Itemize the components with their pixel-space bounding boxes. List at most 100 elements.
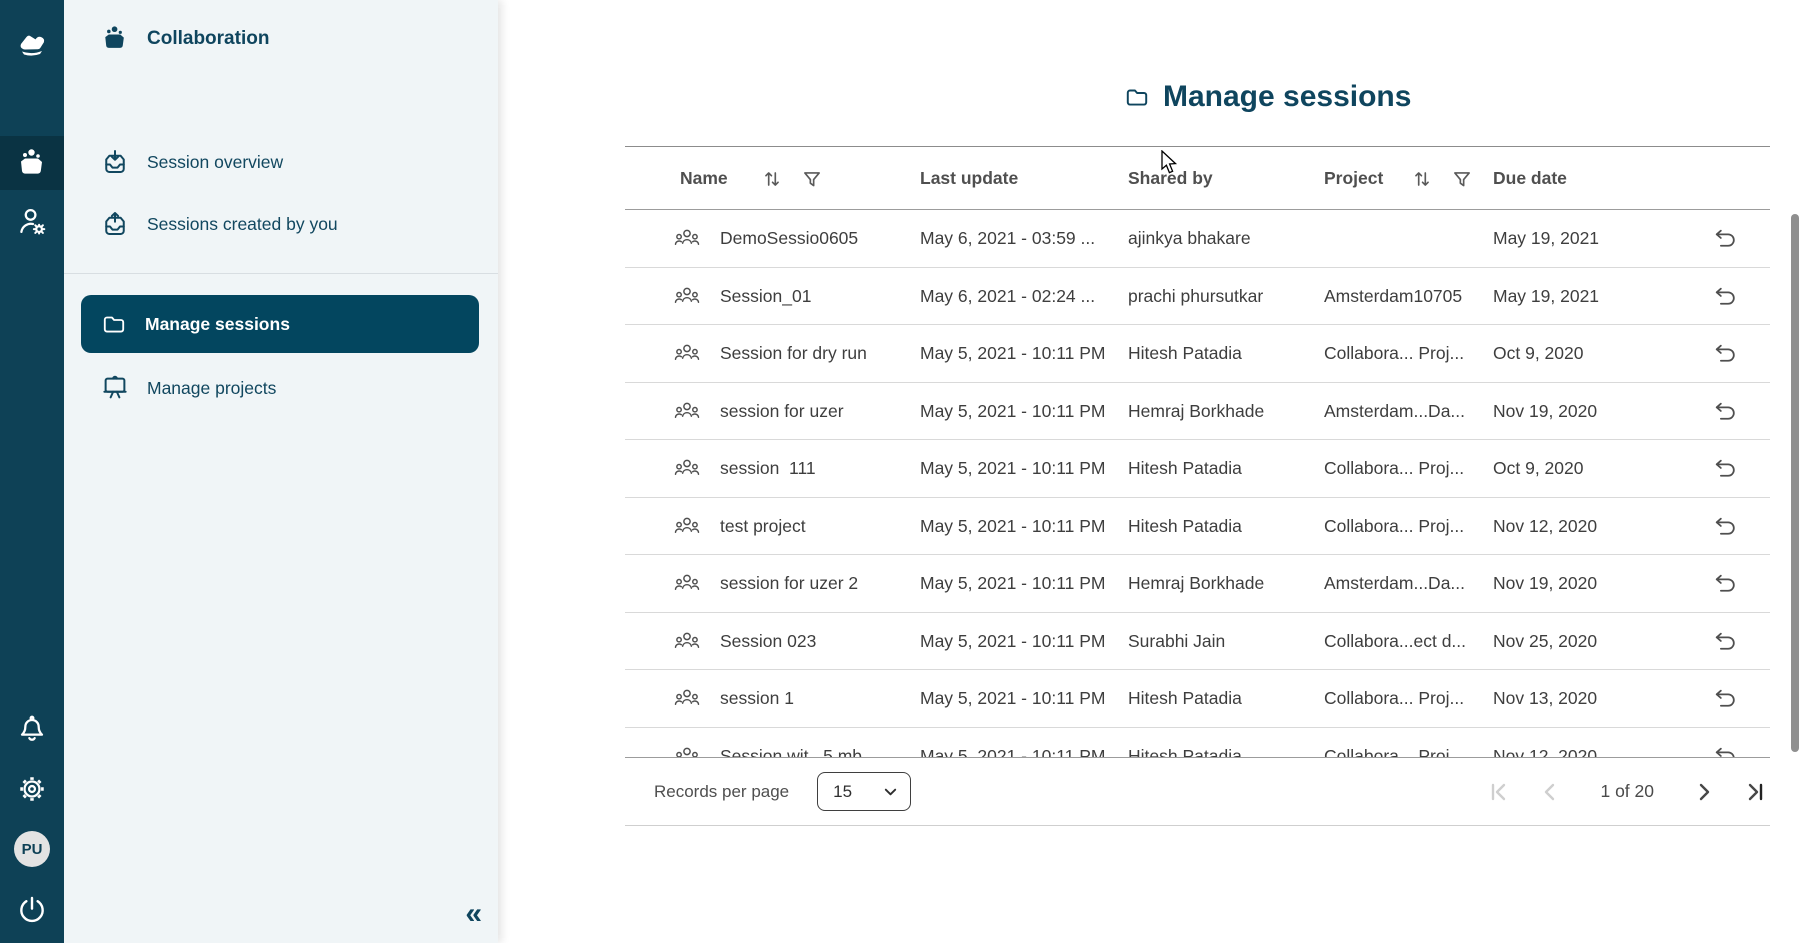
project-value: Collabora... Proj...	[1324, 498, 1464, 555]
shared-by-value: Hitesh Patadia	[1128, 670, 1242, 727]
table-row[interactable]: Session_01 May 6, 2021 - 02:24 ... prach…	[625, 268, 1770, 326]
project-value: Collabora... Proj...	[1324, 325, 1464, 382]
column-header-last-update[interactable]: Last update	[920, 147, 1018, 210]
restore-session-icon[interactable]	[1711, 498, 1738, 555]
user-settings-icon[interactable]	[0, 198, 64, 246]
sidebar-item-sessions-created-by-you[interactable]: Sessions created by you	[100, 209, 338, 239]
people-group-icon	[673, 268, 701, 325]
collaboration-icon	[100, 25, 130, 52]
rail-collaboration-tab-active[interactable]	[0, 136, 64, 190]
restore-session-icon[interactable]	[1711, 613, 1738, 670]
session-name[interactable]: test project	[720, 498, 806, 555]
filter-icon[interactable]	[801, 147, 823, 210]
logo-icon[interactable]	[0, 20, 64, 68]
records-per-page-value: 15	[833, 782, 852, 802]
vertical-scrollbar[interactable]	[1791, 214, 1799, 752]
due-date-value: Oct 9, 2020	[1493, 325, 1583, 382]
last-update-value: May 5, 2021 - 10:11 PM	[920, 383, 1105, 440]
session-name[interactable]: DemoSessio0605	[720, 210, 858, 267]
table-body: DemoSessio0605 May 6, 2021 - 03:59 ... a…	[625, 210, 1770, 758]
sidebar-item-session-overview[interactable]: Session overview	[100, 147, 283, 177]
due-date-value: Nov 25, 2020	[1493, 613, 1597, 670]
table-row[interactable]: session for uzer May 5, 2021 - 10:11 PM …	[625, 383, 1770, 441]
shared-by-value: prachi phursutkar	[1128, 268, 1263, 325]
pagination: 1 of 20	[1488, 781, 1766, 802]
sidebar-item-label: Sessions created by you	[147, 214, 338, 235]
last-update-value: May 6, 2021 - 03:59 ...	[920, 210, 1095, 267]
shared-by-value: Surabhi Jain	[1128, 613, 1225, 670]
last-update-value: May 5, 2021 - 10:11 PM	[920, 613, 1105, 670]
table-row[interactable]: Session for dry run May 5, 2021 - 10:11 …	[625, 325, 1770, 383]
table-row[interactable]: DemoSessio0605 May 6, 2021 - 03:59 ... a…	[625, 210, 1770, 268]
table-row[interactable]: session for uzer 2 May 5, 2021 - 10:11 P…	[625, 555, 1770, 613]
session-name[interactable]: session for uzer 2	[720, 555, 858, 612]
sidebar-collaboration-header[interactable]: Collaboration	[100, 25, 269, 52]
last-update-value: May 5, 2021 - 10:11 PM	[920, 555, 1105, 612]
project-value: Collabora... Proj...	[1324, 440, 1464, 497]
column-header-project[interactable]: Project	[1324, 147, 1383, 210]
table-row[interactable]: session 1 May 5, 2021 - 10:11 PM Hitesh …	[625, 670, 1770, 728]
project-value: Collabora...ect d...	[1324, 613, 1466, 670]
previous-page-button[interactable]	[1540, 782, 1560, 802]
table-row[interactable]: test project May 5, 2021 - 10:11 PM Hite…	[625, 498, 1770, 556]
settings-gear-icon[interactable]	[0, 765, 64, 813]
filter-icon[interactable]	[1451, 147, 1473, 210]
people-group-icon	[673, 383, 701, 440]
session-name[interactable]: Session wit...5 mb	[720, 728, 862, 759]
due-date-value: Oct 9, 2020	[1493, 440, 1583, 497]
restore-session-icon[interactable]	[1711, 268, 1738, 325]
sort-icon[interactable]	[761, 147, 783, 210]
shared-by-value: Hitesh Patadia	[1128, 325, 1242, 382]
restore-session-icon[interactable]	[1711, 440, 1738, 497]
project-value: Collabora... Proj...	[1324, 728, 1464, 759]
sidebar-item-manage-sessions-selected[interactable]: Manage sessions	[81, 295, 479, 353]
session-name[interactable]: Session for dry run	[720, 325, 867, 382]
last-update-value: May 5, 2021 - 10:11 PM	[920, 670, 1105, 727]
table-row[interactable]: session 111 May 5, 2021 - 10:11 PM Hites…	[625, 440, 1770, 498]
due-date-value: May 19, 2021	[1493, 268, 1599, 325]
people-group-icon	[673, 555, 701, 612]
restore-session-icon[interactable]	[1711, 325, 1738, 382]
restore-session-icon[interactable]	[1711, 383, 1738, 440]
chevron-down-icon	[883, 786, 898, 798]
session-name[interactable]: session for uzer	[720, 383, 844, 440]
bell-icon[interactable]	[0, 704, 64, 752]
first-page-button[interactable]	[1488, 782, 1510, 802]
inbox-upload-icon	[100, 209, 130, 239]
column-header-name[interactable]: Name	[680, 147, 728, 210]
session-name[interactable]: Session_01	[720, 268, 811, 325]
app-rail: PU	[0, 0, 64, 943]
last-update-value: May 5, 2021 - 10:11 PM	[920, 498, 1105, 555]
restore-session-icon[interactable]	[1711, 728, 1738, 759]
sidebar-divider	[64, 273, 498, 274]
folder-icon	[1123, 84, 1151, 110]
sidebar-item-manage-projects[interactable]: Manage projects	[100, 373, 276, 403]
sort-icon[interactable]	[1411, 147, 1433, 210]
column-header-shared-by[interactable]: Shared by	[1128, 147, 1213, 210]
table-row[interactable]: Session 023 May 5, 2021 - 10:11 PM Surab…	[625, 613, 1770, 671]
last-update-value: May 5, 2021 - 10:11 PM	[920, 728, 1105, 759]
sidebar-collapse-button[interactable]: «	[465, 899, 482, 929]
power-icon[interactable]	[0, 886, 64, 934]
shared-by-value: Hitesh Patadia	[1128, 498, 1242, 555]
restore-session-icon[interactable]	[1711, 210, 1738, 267]
next-page-button[interactable]	[1694, 782, 1714, 802]
project-value: Amsterdam...Da...	[1324, 383, 1465, 440]
last-update-value: May 6, 2021 - 02:24 ...	[920, 268, 1095, 325]
sidebar-header-label: Collaboration	[147, 28, 269, 50]
last-page-button[interactable]	[1744, 782, 1766, 802]
people-group-icon	[673, 613, 701, 670]
table-row[interactable]: Session wit...5 mb May 5, 2021 - 10:11 P…	[625, 728, 1770, 759]
records-per-page-select[interactable]: 15	[817, 772, 911, 811]
restore-session-icon[interactable]	[1711, 670, 1738, 727]
table-footer: Records per page 15 1 of 20	[625, 758, 1770, 826]
column-header-due-date[interactable]: Due date	[1493, 147, 1567, 210]
restore-session-icon[interactable]	[1711, 555, 1738, 612]
page-title: Manage sessions	[1123, 80, 1411, 114]
session-name[interactable]: Session 023	[720, 613, 816, 670]
sidebar-item-label: Session overview	[147, 152, 283, 173]
due-date-value: Nov 12, 2020	[1493, 728, 1597, 759]
avatar[interactable]: PU	[14, 831, 50, 867]
session-name[interactable]: session 1	[720, 670, 794, 727]
session-name[interactable]: session 111	[720, 440, 816, 497]
